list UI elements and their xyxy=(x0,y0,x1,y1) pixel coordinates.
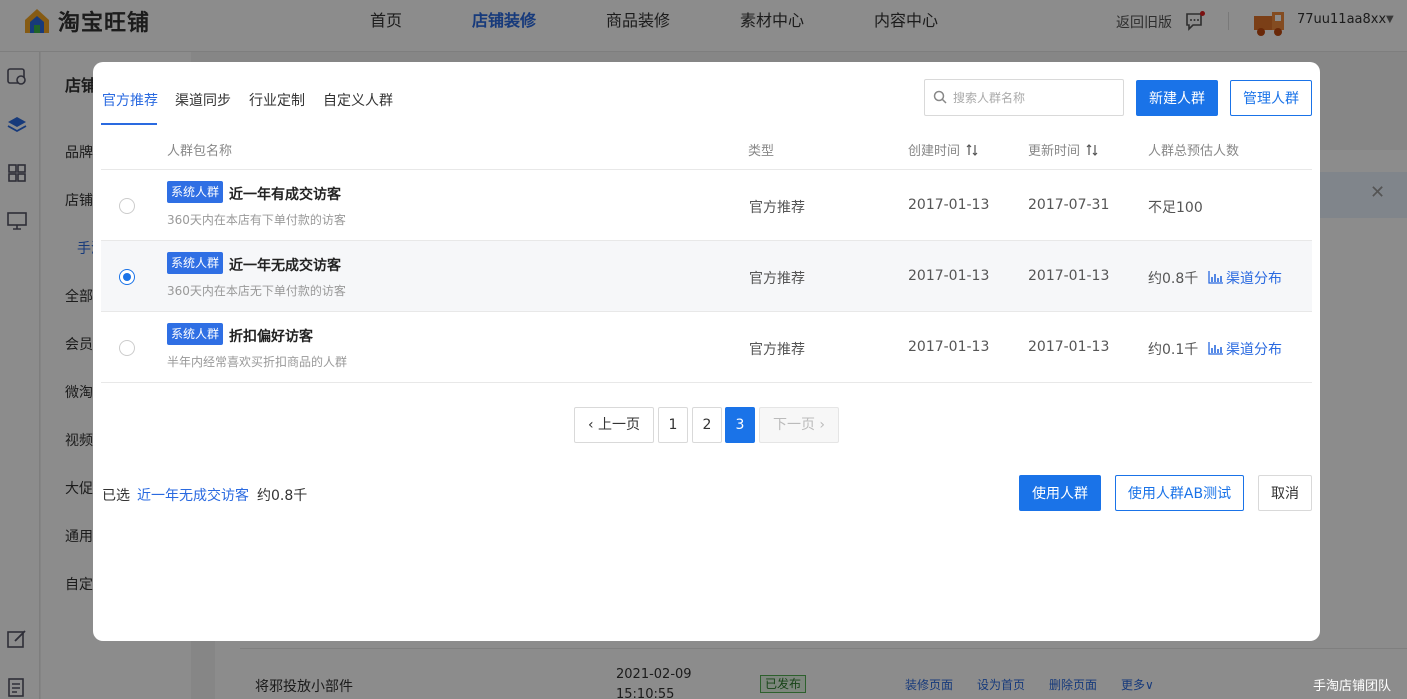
watermark: 手淘店铺团队 xyxy=(1313,679,1392,694)
selected-audience-count: 约0.8千 xyxy=(257,488,308,504)
audience-description: 360天内在本店有下单付款的访客 xyxy=(167,213,346,227)
created-date: 2017-01-13 xyxy=(908,268,990,284)
audience-type: 官方推荐 xyxy=(749,200,805,216)
sort-icon xyxy=(966,144,978,156)
chevron-right-icon: › xyxy=(814,417,826,433)
page-button-3[interactable]: 3 xyxy=(725,407,755,443)
use-audience-ab-test-button[interactable]: 使用人群AB测试 xyxy=(1115,475,1244,511)
system-audience-tag: 系统人群 xyxy=(167,252,224,274)
column-header-created[interactable]: 创建时间 xyxy=(908,140,978,159)
channel-distribution-link[interactable]: 渠道分布 xyxy=(1208,339,1282,359)
tab-channel-sync[interactable]: 渠道同步 xyxy=(175,90,231,110)
column-header-updated-label: 更新时间 xyxy=(1028,144,1081,159)
prev-page-label: 上一页 xyxy=(598,417,641,433)
estimated-count: 约0.1千 xyxy=(1148,342,1199,358)
selected-audience-name[interactable]: 近一年无成交访客 xyxy=(137,485,249,505)
table-row[interactable]: 系统人群 近一年有成交访客 360天内在本店有下单付款的访客 官方推荐 2017… xyxy=(101,170,1312,241)
tab-industry-custom[interactable]: 行业定制 xyxy=(249,90,305,110)
audience-name: 近一年无成交访客 xyxy=(229,258,341,274)
page-button-1[interactable]: 1 xyxy=(658,407,688,443)
next-page-label: 下一页 xyxy=(772,417,815,433)
channel-distribution-label: 渠道分布 xyxy=(1226,342,1282,358)
column-header-name: 人群包名称 xyxy=(167,144,233,159)
tab-custom-audience[interactable]: 自定义人群 xyxy=(323,90,393,110)
chevron-left-icon: ‹ xyxy=(587,417,599,433)
updated-date: 2017-01-13 xyxy=(1028,268,1110,284)
search-input[interactable] xyxy=(953,88,1113,108)
tab-official-recommend[interactable]: 官方推荐 xyxy=(102,90,158,110)
audience-description: 半年内经常喜欢买折扣商品的人群 xyxy=(167,355,348,369)
row-radio[interactable] xyxy=(119,198,135,214)
audience-name: 近一年有成交访客 xyxy=(229,187,341,203)
column-header-created-label: 创建时间 xyxy=(908,144,961,159)
row-radio[interactable] xyxy=(119,340,135,356)
new-audience-button[interactable]: 新建人群 xyxy=(1136,80,1218,116)
sort-icon xyxy=(1086,144,1098,156)
estimated-count: 约0.8千 xyxy=(1148,271,1199,287)
prev-page-button[interactable]: ‹ 上一页 xyxy=(574,407,654,443)
audience-type: 官方推荐 xyxy=(749,271,805,287)
channel-distribution-link[interactable]: 渠道分布 xyxy=(1208,268,1282,288)
search-icon xyxy=(933,90,947,104)
bar-chart-icon xyxy=(1208,271,1223,284)
next-page-button[interactable]: 下一页 › xyxy=(759,407,839,443)
system-audience-tag: 系统人群 xyxy=(167,181,224,203)
created-date: 2017-01-13 xyxy=(908,197,990,213)
row-radio[interactable] xyxy=(119,269,135,285)
bar-chart-icon xyxy=(1208,342,1223,355)
audience-description: 360天内在本店无下单付款的访客 xyxy=(167,284,346,298)
system-audience-tag: 系统人群 xyxy=(167,323,224,345)
audience-search-box[interactable] xyxy=(924,79,1124,116)
audience-name: 折扣偏好访客 xyxy=(229,329,313,345)
column-header-updated[interactable]: 更新时间 xyxy=(1028,140,1098,159)
updated-date: 2017-01-13 xyxy=(1028,339,1110,355)
page-button-2[interactable]: 2 xyxy=(692,407,722,443)
updated-date: 2017-07-31 xyxy=(1028,197,1110,213)
created-date: 2017-01-13 xyxy=(908,339,990,355)
table-header: 人群包名称 类型 创建时间 更新时间 人群总预估人数 xyxy=(101,126,1312,170)
selected-label: 已选 xyxy=(102,488,130,504)
column-header-estimate: 人群总预估人数 xyxy=(1148,144,1240,159)
manage-audience-button[interactable]: 管理人群 xyxy=(1230,80,1312,116)
audience-type: 官方推荐 xyxy=(749,342,805,358)
active-tab-indicator xyxy=(101,123,157,125)
channel-distribution-label: 渠道分布 xyxy=(1226,271,1282,287)
cancel-button[interactable]: 取消 xyxy=(1258,475,1312,511)
estimated-count: 不足100 xyxy=(1148,200,1203,216)
audience-select-dialog: 官方推荐 渠道同步 行业定制 自定义人群 新建人群 管理人群 人群包名称 类型 … xyxy=(93,62,1320,641)
use-audience-button[interactable]: 使用人群 xyxy=(1019,475,1101,511)
table-row[interactable]: 系统人群 近一年无成交访客 360天内在本店无下单付款的访客 官方推荐 2017… xyxy=(101,241,1312,312)
column-header-type: 类型 xyxy=(748,144,775,159)
table-row[interactable]: 系统人群 折扣偏好访客 半年内经常喜欢买折扣商品的人群 官方推荐 2017-01… xyxy=(101,312,1312,383)
